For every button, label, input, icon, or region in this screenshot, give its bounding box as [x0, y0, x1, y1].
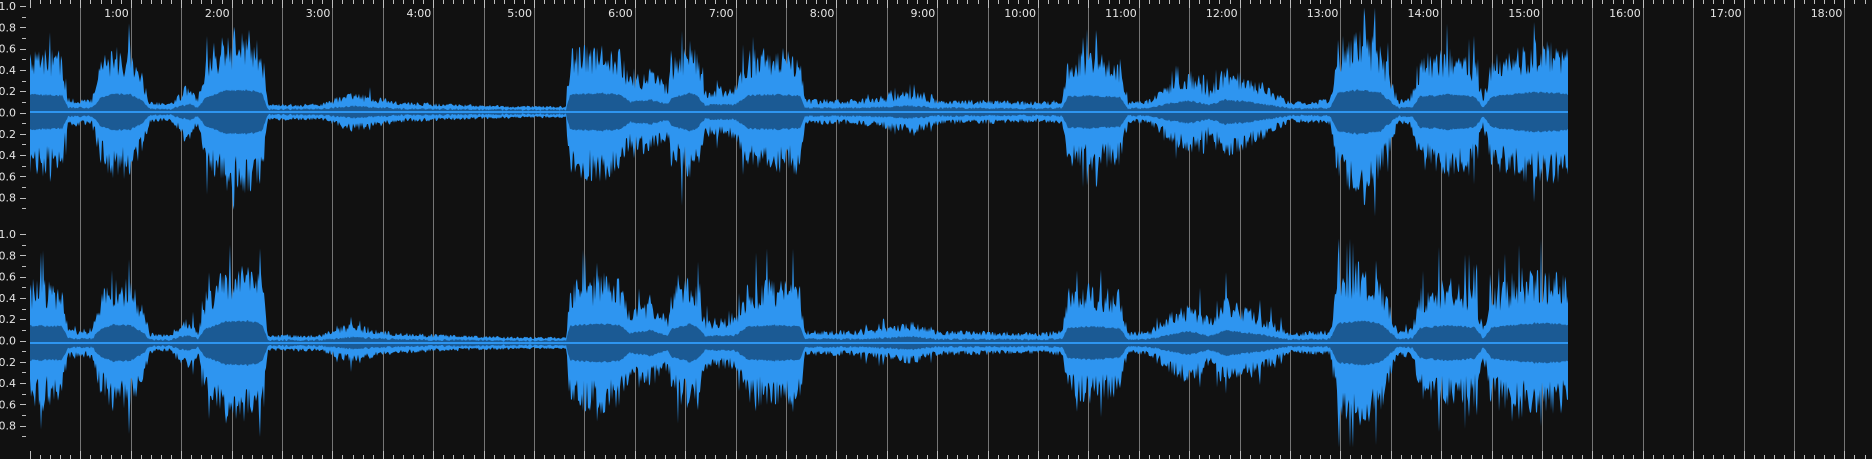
time-label[interactable]: 2:00	[205, 7, 230, 20]
amplitude-label: 0.4	[0, 377, 16, 390]
time-label[interactable]: 16:00	[1609, 7, 1641, 20]
amplitude-label: 0.4	[0, 64, 16, 77]
time-label[interactable]: 9:00	[910, 7, 935, 20]
amplitude-label: 0.2	[0, 313, 16, 326]
waveform-editor[interactable]: 1:00 2:00 3:00 4:00 5:00 6:00 7:00 8:00 9:00 10:0…	[0, 0, 1872, 459]
amplitude-label: 0.2	[0, 356, 16, 369]
amplitude-label: 0.8	[0, 249, 16, 262]
amplitude-label: 0.2	[0, 128, 16, 141]
time-label[interactable]: 10:00	[1004, 7, 1036, 20]
time-label[interactable]: 1:00	[104, 7, 129, 20]
time-label[interactable]: 13:00	[1307, 7, 1339, 20]
time-label[interactable]: 17:00	[1710, 7, 1742, 20]
time-label[interactable]: 12:00	[1206, 7, 1238, 20]
time-label[interactable]: 8:00	[810, 7, 835, 20]
amplitude-label: 0.2	[0, 85, 16, 98]
time-label[interactable]: 6:00	[608, 7, 633, 20]
amplitude-label: 0.6	[0, 398, 16, 411]
amplitude-label: 0.8	[0, 21, 16, 34]
amplitude-label: 0.8	[0, 192, 16, 205]
waveform-view[interactable]: 1:00 2:00 3:00 4:00 5:00 6:00 7:00 8:00 9:00 10:0…	[0, 0, 1872, 459]
time-label[interactable]: 3:00	[306, 7, 331, 20]
time-label[interactable]: 18:00	[1811, 7, 1843, 20]
time-label[interactable]: 4:00	[406, 7, 431, 20]
time-label[interactable]: 7:00	[709, 7, 734, 20]
amplitude-label: 0.4	[0, 292, 16, 305]
time-label[interactable]: 11:00	[1105, 7, 1137, 20]
amplitude-label: 0.6	[0, 170, 16, 183]
amplitude-label: 0.0	[0, 335, 16, 348]
amplitude-label: 1.0	[0, 228, 16, 241]
amplitude-label: 0.4	[0, 149, 16, 162]
time-label[interactable]: 5:00	[507, 7, 532, 20]
amplitude-label: 0.0	[0, 107, 16, 120]
waveform-background	[0, 0, 1872, 459]
amplitude-label: 0.8	[0, 420, 16, 433]
amplitude-label: 0.6	[0, 43, 16, 56]
time-label[interactable]: 14:00	[1407, 7, 1439, 20]
amplitude-label: 0.6	[0, 271, 16, 284]
amplitude-label: 1.0	[0, 0, 16, 13]
time-label[interactable]: 15:00	[1508, 7, 1540, 20]
